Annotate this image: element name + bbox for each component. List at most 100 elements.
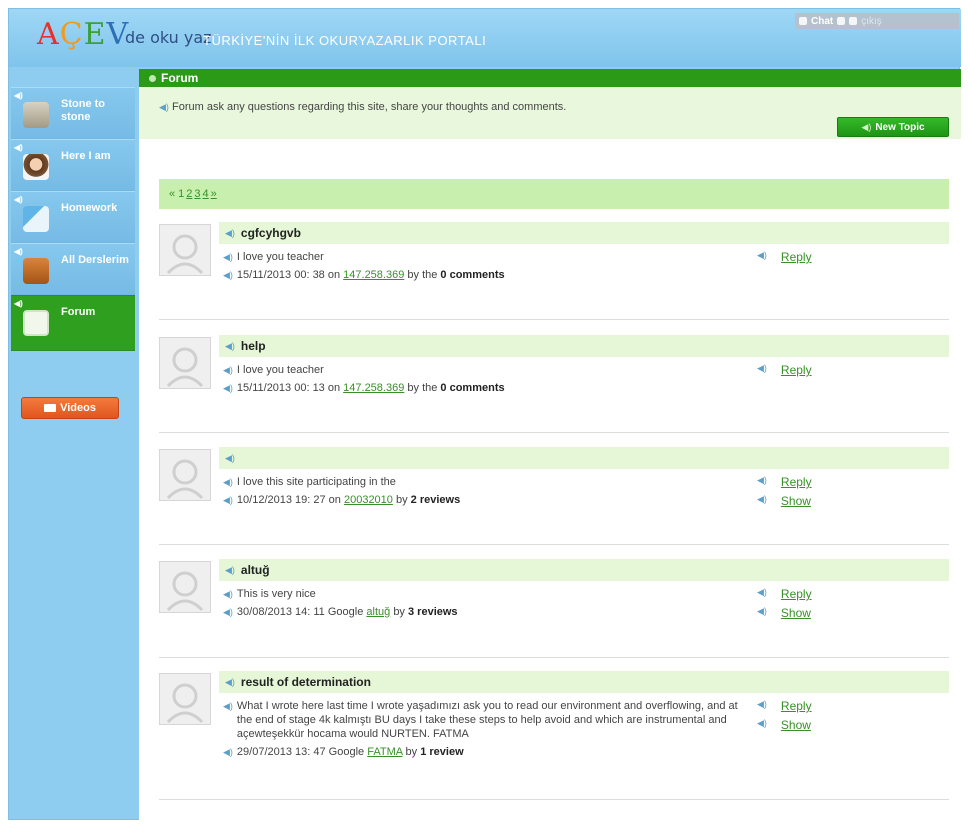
speaker-icon[interactable]: ◀): [223, 493, 233, 507]
acev-logo[interactable]: AÇEV: [37, 17, 129, 53]
speaker-icon[interactable]: ◀): [223, 475, 233, 489]
user-icon: [849, 17, 858, 25]
topic-author-link[interactable]: 20032010: [344, 494, 393, 506]
speaker-icon[interactable]: ◀): [757, 475, 767, 489]
speaker-icon[interactable]: ◀): [14, 143, 23, 152]
topic-author-link[interactable]: FATMA: [367, 746, 402, 758]
stones-icon: [23, 102, 49, 128]
speaker-icon[interactable]: ◀): [223, 268, 233, 282]
topic-title-bar: ◀) altuğ: [219, 559, 949, 581]
forum-icon: [23, 310, 49, 336]
bullet-icon: [149, 74, 156, 82]
chat-bar: Chat çıkış: [795, 13, 959, 29]
page-link-3[interactable]: 3: [194, 188, 200, 200]
speaker-icon[interactable]: ◀): [14, 299, 23, 308]
topic-title[interactable]: help: [241, 339, 266, 353]
speaker-icon[interactable]: ◀): [14, 247, 23, 256]
speaker-icon[interactable]: ◀): [14, 91, 23, 100]
show-link[interactable]: Show: [781, 606, 811, 620]
divider: [159, 799, 949, 800]
new-topic-button[interactable]: ◀) New Topic: [837, 117, 949, 137]
topic-message: I love this site participating in the: [236, 476, 396, 488]
portal-title: TÜRKİYE'NİN İLK OKURYAZARLIK PORTALI: [203, 33, 487, 48]
school-bag-icon: [23, 258, 49, 284]
speaker-icon[interactable]: ◀): [223, 605, 233, 619]
pagination-current: « 1: [169, 188, 185, 200]
speaker-icon[interactable]: ◀): [225, 565, 235, 576]
topic-author-link[interactable]: 147.258.369: [343, 269, 404, 281]
videos-button[interactable]: Videos: [21, 397, 119, 419]
chat-link[interactable]: Chat: [811, 16, 833, 27]
speaker-icon[interactable]: ◀): [225, 677, 235, 688]
sidebar-item-homework[interactable]: ◀) Homework: [11, 191, 135, 243]
topic-title-bar: ◀): [219, 447, 949, 469]
speaker-icon[interactable]: ◀): [225, 341, 235, 352]
speaker-icon: [837, 17, 846, 25]
topic-author-link[interactable]: altuğ: [366, 606, 390, 618]
section-title-bar: Forum: [139, 69, 961, 87]
avatar: [159, 224, 211, 276]
avatar: [159, 337, 211, 389]
page-link-next[interactable]: »: [211, 188, 217, 200]
sidebar-item-forum[interactable]: ◀) Forum: [11, 295, 135, 351]
topic-meta: 29/07/2013 13: 47 Google FATMA by 1 revi…: [236, 746, 464, 758]
topic-title[interactable]: cgfcyhgvb: [241, 226, 301, 240]
topic-meta: 15/11/2013 00: 38 on 147.258.369 by the …: [236, 269, 505, 281]
speaker-icon[interactable]: ◀): [223, 363, 233, 377]
sidebar-item-all-derslerim[interactable]: ◀) All Derslerim: [11, 243, 135, 295]
logout-link[interactable]: çıkış: [861, 16, 882, 27]
page-link-4[interactable]: 4: [203, 188, 209, 200]
speaker-icon[interactable]: ◀): [757, 699, 767, 713]
sidebar-item-stone-to-stone[interactable]: ◀) Stone to stone: [11, 87, 135, 139]
topic-message: What I wrote here last time I wrote yaşa…: [236, 700, 738, 740]
avatar: [159, 449, 211, 501]
topic-title[interactable]: altuğ: [241, 563, 270, 577]
show-link[interactable]: Show: [781, 718, 811, 732]
monitor-icon: [799, 17, 807, 25]
topic-title-bar: ◀) result of determination: [219, 671, 949, 693]
speaker-icon[interactable]: ◀): [223, 745, 233, 759]
topic-author-link[interactable]: 147.258.369: [343, 382, 404, 394]
notebook-icon: [23, 206, 49, 232]
app-frame: AÇEV de oku yaz TÜRKİYE'NİN İLK OKURYAZA…: [8, 8, 961, 821]
speaker-icon[interactable]: ◀): [223, 587, 233, 601]
speaker-icon[interactable]: ◀): [159, 102, 169, 112]
logo-tagline: de oku yaz: [125, 28, 212, 47]
speaker-icon[interactable]: ◀): [757, 606, 767, 620]
main-content: Forum ◀) Forum ask any questions regardi…: [139, 69, 961, 821]
speaker-icon[interactable]: ◀): [757, 494, 767, 508]
reply-link[interactable]: Reply: [781, 587, 812, 601]
camera-icon: [44, 404, 57, 412]
speaker-icon[interactable]: ◀): [757, 363, 767, 377]
divider: [159, 432, 949, 433]
topic-title-bar: ◀) help: [219, 335, 949, 357]
reply-link[interactable]: Reply: [781, 363, 812, 377]
avatar: [159, 561, 211, 613]
show-link[interactable]: Show: [781, 494, 811, 508]
reply-link[interactable]: Reply: [781, 250, 812, 264]
topic-meta: 10/12/2013 19: 27 on 20032010 by 2 revie…: [236, 494, 461, 506]
topic-meta: 15/11/2013 00: 13 on 147.258.369 by the …: [236, 382, 505, 394]
children-icon: [23, 154, 49, 180]
sidebar-item-here-i-am[interactable]: ◀) Here I am: [11, 139, 135, 191]
pagination: « 1 2 3 4 »: [159, 179, 949, 209]
page-link-2[interactable]: 2: [186, 188, 192, 200]
topic-meta: 30/08/2013 14: 11 Google altuğ by 3 revi…: [236, 606, 458, 618]
divider: [159, 319, 949, 320]
speaker-icon[interactable]: ◀): [223, 381, 233, 395]
speaker-icon[interactable]: ◀): [757, 718, 767, 732]
speaker-icon[interactable]: ◀): [14, 195, 23, 204]
topic-message: I love you teacher: [236, 364, 324, 376]
topic-title[interactable]: result of determination: [241, 675, 371, 689]
divider: [159, 657, 949, 658]
speaker-icon[interactable]: ◀): [757, 250, 767, 264]
header: AÇEV de oku yaz TÜRKİYE'NİN İLK OKURYAZA…: [9, 9, 961, 67]
speaker-icon[interactable]: ◀): [223, 699, 233, 741]
speaker-icon[interactable]: ◀): [225, 228, 235, 239]
reply-link[interactable]: Reply: [781, 475, 812, 489]
speaker-icon[interactable]: ◀): [757, 587, 767, 601]
speaker-icon[interactable]: ◀): [223, 250, 233, 264]
speaker-icon[interactable]: ◀): [225, 453, 235, 464]
section-title: Forum: [161, 71, 199, 85]
reply-link[interactable]: Reply: [781, 699, 812, 713]
